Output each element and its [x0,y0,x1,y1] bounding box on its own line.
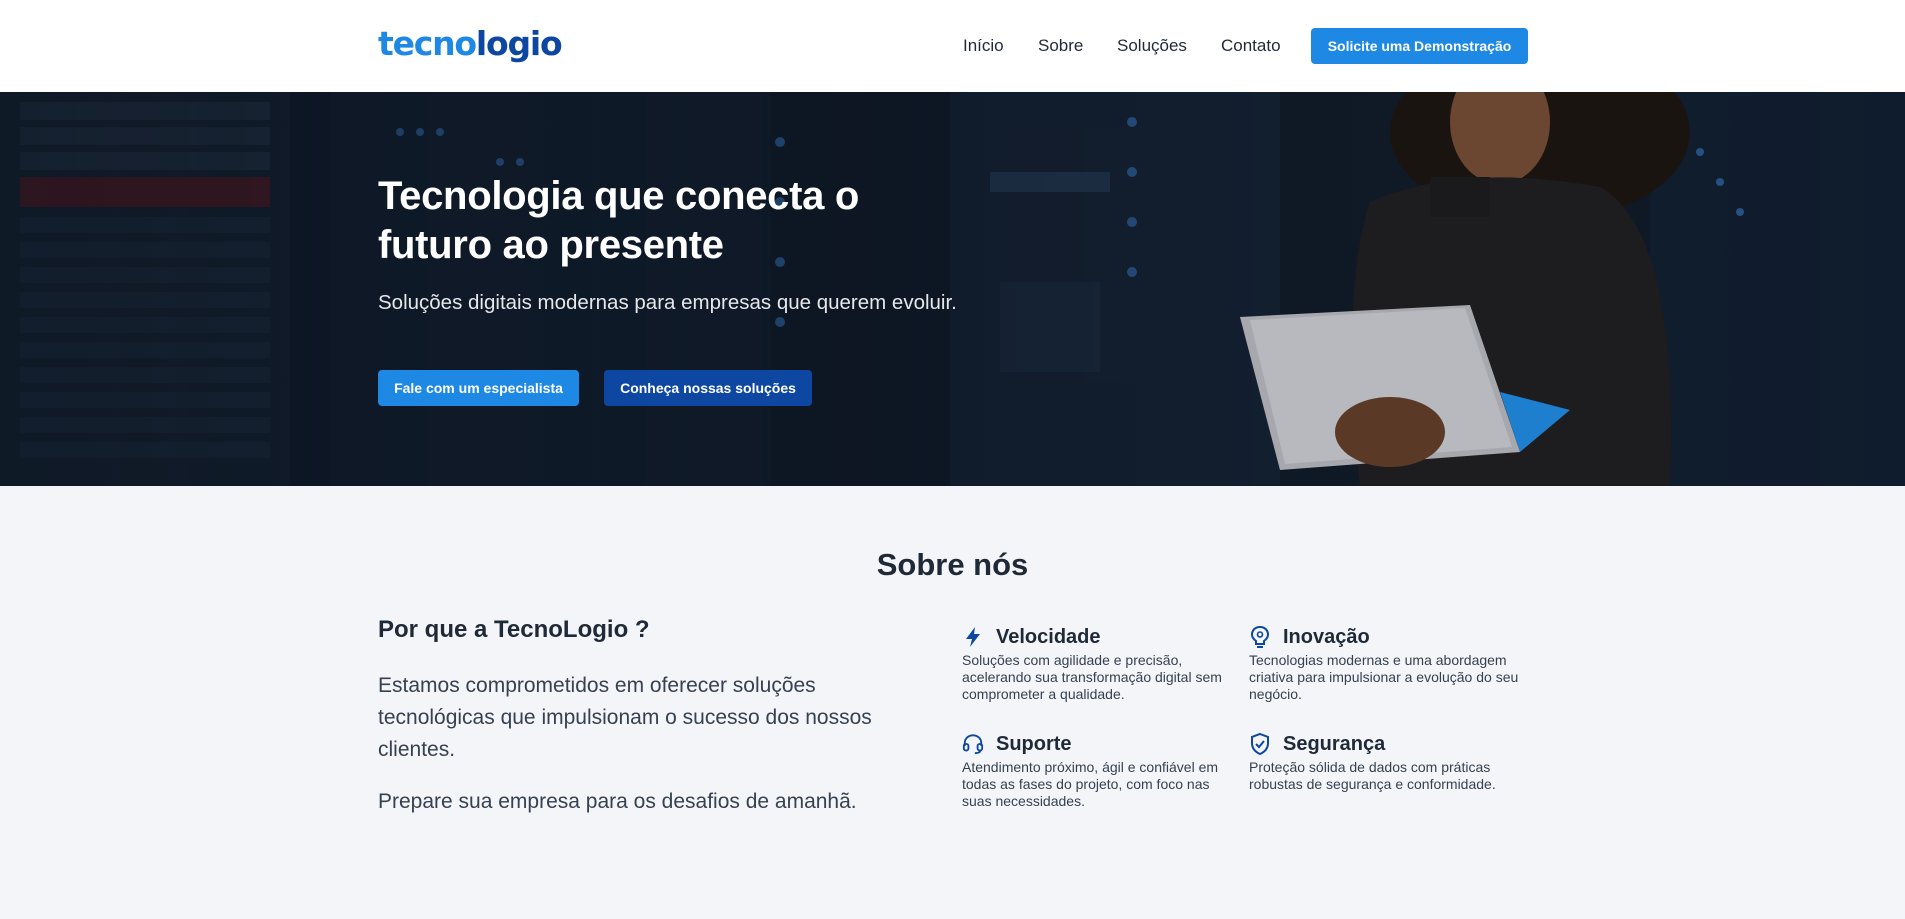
logo-part-logio: logio [475,24,563,63]
shield-check-icon [1249,732,1271,756]
nav-link-solucoes[interactable]: Soluções [1117,34,1187,58]
feature-suporte: Suporte Atendimento próximo, ágil e conf… [962,731,1232,810]
talk-to-specialist-button[interactable]: Fale com um especialista [378,370,579,406]
hero-background-image [0,92,1905,486]
logo-part-tecno: tecno [378,24,477,63]
logo[interactable]: tecnologio [378,24,563,64]
feature-description: Atendimento próximo, ágil e confiável em… [962,759,1219,809]
about-paragraph-2: Prepare sua empresa para os desafios de … [378,790,857,813]
about-heading: Sobre nós [876,547,1029,582]
feature-title: Suporte [996,733,1072,755]
hero-section: Tecnologia que conecta o futuro ao prese… [0,92,1905,486]
feature-description: Soluções com agilidade e precisão, acele… [962,652,1222,702]
feature-title: Velocidade [996,626,1101,648]
feature-description: Tecnologias modernas e uma abordagem cri… [1249,652,1519,702]
request-demo-button[interactable]: Solicite uma Demonstração [1311,28,1528,64]
hero-title: Tecnologia que conecta o futuro ao prese… [378,174,860,267]
feature-title: Inovação [1283,626,1370,648]
why-title: Por que a TecnoLogio ? [378,616,650,643]
feature-seguranca: Segurança Proteção sólida de dados com p… [1249,731,1519,793]
feature-inovacao: Inovação Tecnologias modernas e uma abor… [1249,624,1519,703]
headset-icon [962,732,984,756]
feature-description: Proteção sólida de dados com práticas ro… [1249,759,1496,792]
lightning-icon [962,625,984,649]
hero-subtitle: Soluções digitais modernas para empresas… [378,291,957,314]
about-paragraph-1: Estamos comprometidos em oferecer soluçõ… [378,674,872,761]
explore-solutions-button[interactable]: Conheça nossas soluções [604,370,812,406]
nav-link-inicio[interactable]: Início [963,34,1004,58]
nav-link-sobre[interactable]: Sobre [1038,34,1083,58]
site-header: tecnologio Início Sobre Soluções Contato… [0,0,1905,92]
feature-title: Segurança [1283,733,1386,755]
lightbulb-icon [1249,625,1271,649]
nav-link-contato[interactable]: Contato [1221,34,1281,58]
feature-velocidade: Velocidade Soluções com agilidade e prec… [962,624,1232,703]
